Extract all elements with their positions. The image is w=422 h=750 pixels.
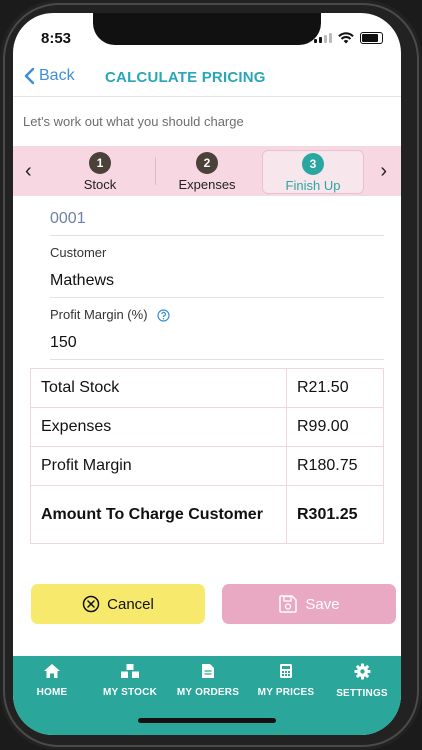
document-icon [202, 664, 214, 678]
table-row: Total Stock R21.50 [30, 368, 384, 408]
step-stock[interactable]: 1 Stock [50, 150, 150, 192]
page-subtitle: Let's work out what you should charge [23, 114, 244, 129]
gear-icon [354, 663, 370, 680]
profit-margin-label: Profit Margin (%) [50, 307, 170, 322]
pricing-summary-table: Total Stock R21.50 Expenses R99.00 Profi… [30, 368, 384, 544]
field-underline [50, 359, 384, 360]
step-number: 1 [89, 152, 111, 174]
profit-margin-field[interactable]: 150 [50, 334, 77, 352]
row-label: Expenses [30, 407, 287, 447]
tab-my-prices[interactable]: MY PRICES [247, 663, 325, 698]
field-underline [50, 297, 384, 298]
tab-label: SETTINGS [336, 688, 388, 699]
tab-label: HOME [36, 687, 68, 698]
save-label: Save [305, 595, 340, 613]
nav-divider [13, 96, 401, 97]
chevron-left-icon [24, 67, 35, 85]
step-indicator: ‹ 1 Stock 2 Expenses 3 Finish Up › [13, 146, 401, 196]
bottom-tab-bar: HOME MY STOCK MY ORDERS MY PRICES SETTIN… [13, 656, 401, 735]
step-number: 2 [196, 152, 218, 174]
next-step-arrow[interactable]: › [380, 160, 387, 183]
tab-home[interactable]: HOME [13, 663, 91, 698]
row-value: R180.75 [286, 446, 384, 486]
customer-field[interactable]: Mathews [50, 272, 114, 290]
boxes-icon [121, 664, 139, 678]
help-icon[interactable] [157, 309, 170, 322]
battery-icon [360, 32, 383, 44]
field-underline [50, 235, 384, 236]
cancel-button[interactable]: Cancel [31, 584, 205, 624]
cancel-circle-icon [82, 595, 100, 613]
profit-margin-label-text: Profit Margin (%) [50, 307, 148, 322]
status-icons [314, 32, 383, 44]
row-value: R21.50 [286, 368, 384, 408]
tab-my-stock[interactable]: MY STOCK [91, 663, 169, 698]
table-row: Profit Margin R180.75 [30, 446, 384, 486]
wifi-icon [338, 32, 354, 44]
row-label: Total Stock [30, 368, 287, 408]
tab-my-orders[interactable]: MY ORDERS [169, 663, 247, 698]
customer-label: Customer [50, 245, 107, 260]
step-label: Finish Up [285, 178, 341, 193]
step-number: 3 [302, 153, 324, 175]
phone-frame: 8:53 Back CALCULATE PRICING Let's work o… [0, 0, 422, 750]
total-value: R301.25 [286, 485, 384, 544]
total-row: Amount To Charge Customer R301.25 [30, 485, 384, 544]
page-title: CALCULATE PRICING [105, 69, 266, 86]
previous-step-arrow[interactable]: ‹ [25, 160, 32, 183]
row-label: Profit Margin [30, 446, 287, 486]
tab-label: MY ORDERS [176, 687, 240, 698]
save-button[interactable]: Save [222, 584, 396, 624]
step-expenses[interactable]: 2 Expenses [157, 150, 257, 192]
status-time: 8:53 [41, 30, 72, 47]
step-label: Expenses [178, 177, 236, 192]
tab-label: MY STOCK [102, 687, 158, 698]
back-button[interactable]: Back [23, 67, 75, 85]
step-label: Stock [83, 177, 117, 192]
total-label: Amount To Charge Customer [30, 485, 287, 544]
signal-icon [314, 33, 332, 43]
table-row: Expenses R99.00 [30, 407, 384, 447]
back-label: Back [39, 67, 75, 84]
device-notch [93, 13, 321, 45]
tab-label: MY PRICES [257, 687, 315, 698]
app-screen: 8:53 Back CALCULATE PRICING Let's work o… [13, 13, 401, 735]
floppy-disk-icon [279, 595, 298, 613]
home-indicator [138, 718, 276, 723]
row-value: R99.00 [286, 407, 384, 447]
cancel-label: Cancel [107, 595, 154, 613]
step-finish-up[interactable]: 3 Finish Up [262, 150, 364, 194]
step-separator [155, 157, 156, 185]
calculator-icon [280, 664, 292, 678]
home-icon [44, 664, 60, 678]
navigation-bar: Back CALCULATE PRICING [13, 65, 401, 95]
tab-settings[interactable]: SETTINGS [323, 663, 401, 699]
reference-number-field[interactable]: 0001 [50, 210, 86, 228]
